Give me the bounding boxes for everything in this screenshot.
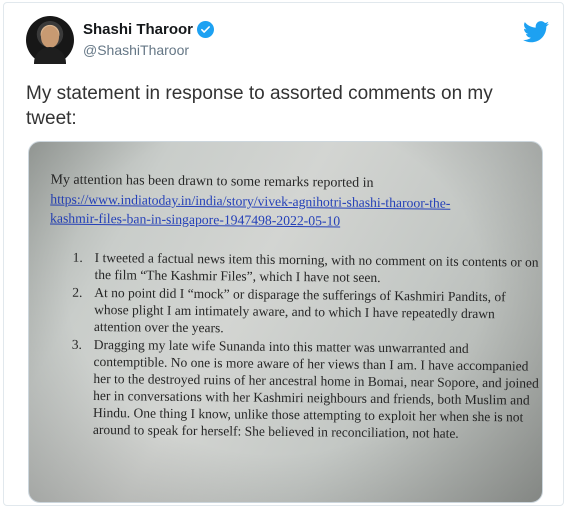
tweet-text: My statement in response to assorted com… [26,83,493,129]
photographed-statement: My attention has been drawn to some rema… [29,142,542,502]
verified-badge-icon [197,21,215,38]
statement-list: 1. I tweeted a factual news item this mo… [71,249,542,443]
tweet-card: Shashi Tharoor @ShashiTharoor My stateme… [3,2,564,506]
statement-item: 3. Dragging my late wife Sunanda into th… [71,336,542,443]
tweet-photo[interactable]: My attention has been drawn to some rema… [28,141,543,503]
item-text: Dragging my late wife Sunanda into this … [92,336,539,441]
statement-intro: My attention has been drawn to some rema… [50,172,374,191]
item-number: 2. [72,284,83,300]
item-text: At no point did I “mock” or disparage th… [93,284,506,336]
author-name[interactable]: Shashi Tharoor [83,21,193,38]
item-text: I tweeted a factual news item this morni… [94,249,539,285]
avatar-shirt [34,47,66,64]
author-avatar[interactable] [26,16,74,64]
statement-link-line-2: kashmir-files-ban-in-singapore-1947498-2… [50,210,341,229]
statement-item: 2. At no point did I “mock” or disparage… [72,284,542,340]
statement-link-line-1: https://www.indiatoday.in/india/story/vi… [50,191,451,211]
author-handle[interactable]: @ShashiTharoor [83,42,189,58]
twitter-bird-icon[interactable] [523,21,549,43]
item-number: 3. [71,336,82,352]
statement-item: 1. I tweeted a factual news item this mo… [72,249,542,288]
item-number: 1. [72,249,83,265]
author-name-row: Shashi Tharoor [83,21,215,38]
avatar-face [41,26,59,48]
